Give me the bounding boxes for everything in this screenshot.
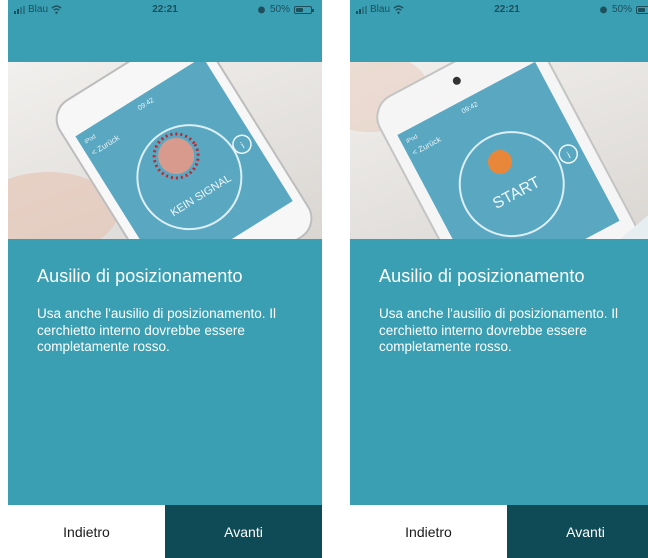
description-text: Usa anche l'ausilio di posizionamento. I…: [37, 306, 276, 354]
alarm-icon: [258, 6, 265, 14]
description-text: Usa anche l'ausilio di posizionamento. I…: [379, 306, 618, 354]
battery-icon: [636, 5, 648, 14]
status-right: 50%: [599, 4, 648, 15]
page-title: Ausilio di posizionamento: [37, 266, 243, 286]
battery-icon: [294, 5, 314, 14]
content: Ausilio di posizionamento Usa anche l'au…: [350, 240, 648, 356]
screen-left: Blau 22:21 50% 09:42 iPod < Zurück KEIN …: [8, 0, 322, 558]
hero-illustration: 09:42 iPod < Zurück KEIN SIGNAL i: [8, 62, 313, 239]
battery-fill: [638, 7, 645, 12]
status-bar: Blau 22:21 50%: [350, 0, 648, 20]
bottom-nav: Indietro Avanti: [8, 505, 322, 558]
page-title: Ausilio di posizionamento: [379, 266, 585, 286]
screen-right: Blau 22:21 50% 09:42 iPod < Zurück START…: [350, 0, 648, 558]
next-button[interactable]: Avanti: [165, 505, 322, 558]
battery-percent: 50%: [611, 4, 632, 15]
hero-illustration: 09:42 iPod < Zurück START i: [350, 62, 648, 239]
status-right: 50%: [257, 4, 314, 15]
battery-fill: [296, 7, 303, 12]
battery-percent: 50%: [269, 4, 290, 15]
alarm-icon: [600, 6, 607, 14]
status-bar: Blau 22:21 50%: [8, 0, 322, 20]
back-button[interactable]: Indietro: [350, 505, 507, 558]
back-button[interactable]: Indietro: [8, 505, 165, 558]
hero-image: 09:42 iPod < Zurück START i: [350, 62, 648, 239]
content: Ausilio di posizionamento Usa anche l'au…: [8, 240, 322, 356]
bottom-nav: Indietro Avanti: [350, 505, 648, 558]
next-button[interactable]: Avanti: [507, 505, 648, 558]
hero-image: 09:42 iPod < Zurück KEIN SIGNAL i: [8, 62, 322, 239]
